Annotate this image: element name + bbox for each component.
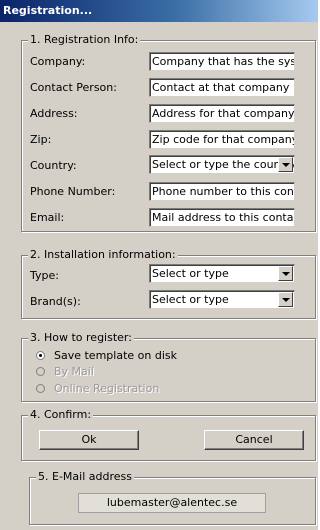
company-field[interactable]: Company that has the system (149, 52, 295, 71)
brand-combobox[interactable]: Select or type (149, 290, 295, 309)
country-combobox[interactable]: Select or type the country (149, 155, 295, 174)
company-label: Company: (30, 55, 86, 68)
brand-label: Brand(s): (30, 295, 81, 308)
radio-save-template-label: Save template on disk (54, 349, 177, 362)
address-field[interactable]: Address for that company (149, 104, 295, 123)
phone-label: Phone Number: (30, 185, 116, 198)
confirm-legend: 4. Confirm: (28, 408, 94, 421)
email-address-legend: 5. E-Mail address (36, 470, 134, 483)
email-field[interactable]: Mail address to this contact (149, 208, 295, 227)
radio-selected-icon[interactable] (36, 351, 45, 360)
installation-info-group: 2. Installation information: Type: Selec… (21, 248, 316, 319)
cancel-button[interactable]: Cancel (204, 430, 304, 450)
radio-by-mail-label: By Mail (54, 365, 94, 378)
ok-button[interactable]: Ok (39, 430, 139, 450)
phone-field[interactable]: Phone number to this contact (149, 182, 295, 201)
registration-info-legend: 1. Registration Info: (28, 33, 141, 46)
registration-window: Registration... 1. Registration Info: Co… (0, 0, 319, 530)
email-address-display: lubemaster@alentec.se (78, 493, 266, 513)
email-label: Email: (30, 211, 65, 224)
brand-combobox-value: Select or type (152, 293, 229, 306)
confirm-group: 4. Confirm: Ok Cancel (21, 408, 316, 461)
chevron-down-icon[interactable] (278, 157, 293, 172)
radio-unselected-icon[interactable] (36, 384, 45, 393)
zip-field[interactable]: Zip code for that company (149, 130, 295, 149)
how-to-register-group: 3. How to register: Save template on dis… (21, 331, 316, 402)
contact-person-field[interactable]: Contact at that company (149, 78, 295, 97)
chevron-down-icon[interactable] (278, 292, 293, 307)
registration-info-group: 1. Registration Info: Company: Company t… (21, 33, 316, 232)
title-bar[interactable]: Registration... (0, 0, 318, 22)
radio-unselected-icon[interactable] (36, 367, 45, 376)
address-label: Address: (30, 107, 78, 120)
chevron-down-icon[interactable] (278, 266, 293, 281)
zip-label: Zip: (30, 133, 52, 146)
window-title: Registration... (3, 4, 93, 17)
type-combobox[interactable]: Select or type (149, 264, 295, 283)
type-combobox-value: Select or type (152, 267, 229, 280)
country-label: Country: (30, 159, 77, 172)
how-to-register-legend: 3. How to register: (28, 331, 134, 344)
type-label: Type: (30, 269, 59, 282)
email-address-group: 5. E-Mail address lubemaster@alentec.se (29, 470, 316, 525)
radio-online-registration-label: Online Registration (54, 382, 160, 395)
contact-person-label: Contact Person: (30, 81, 117, 94)
country-combobox-value: Select or type the country (152, 158, 295, 171)
installation-info-legend: 2. Installation information: (28, 248, 178, 261)
